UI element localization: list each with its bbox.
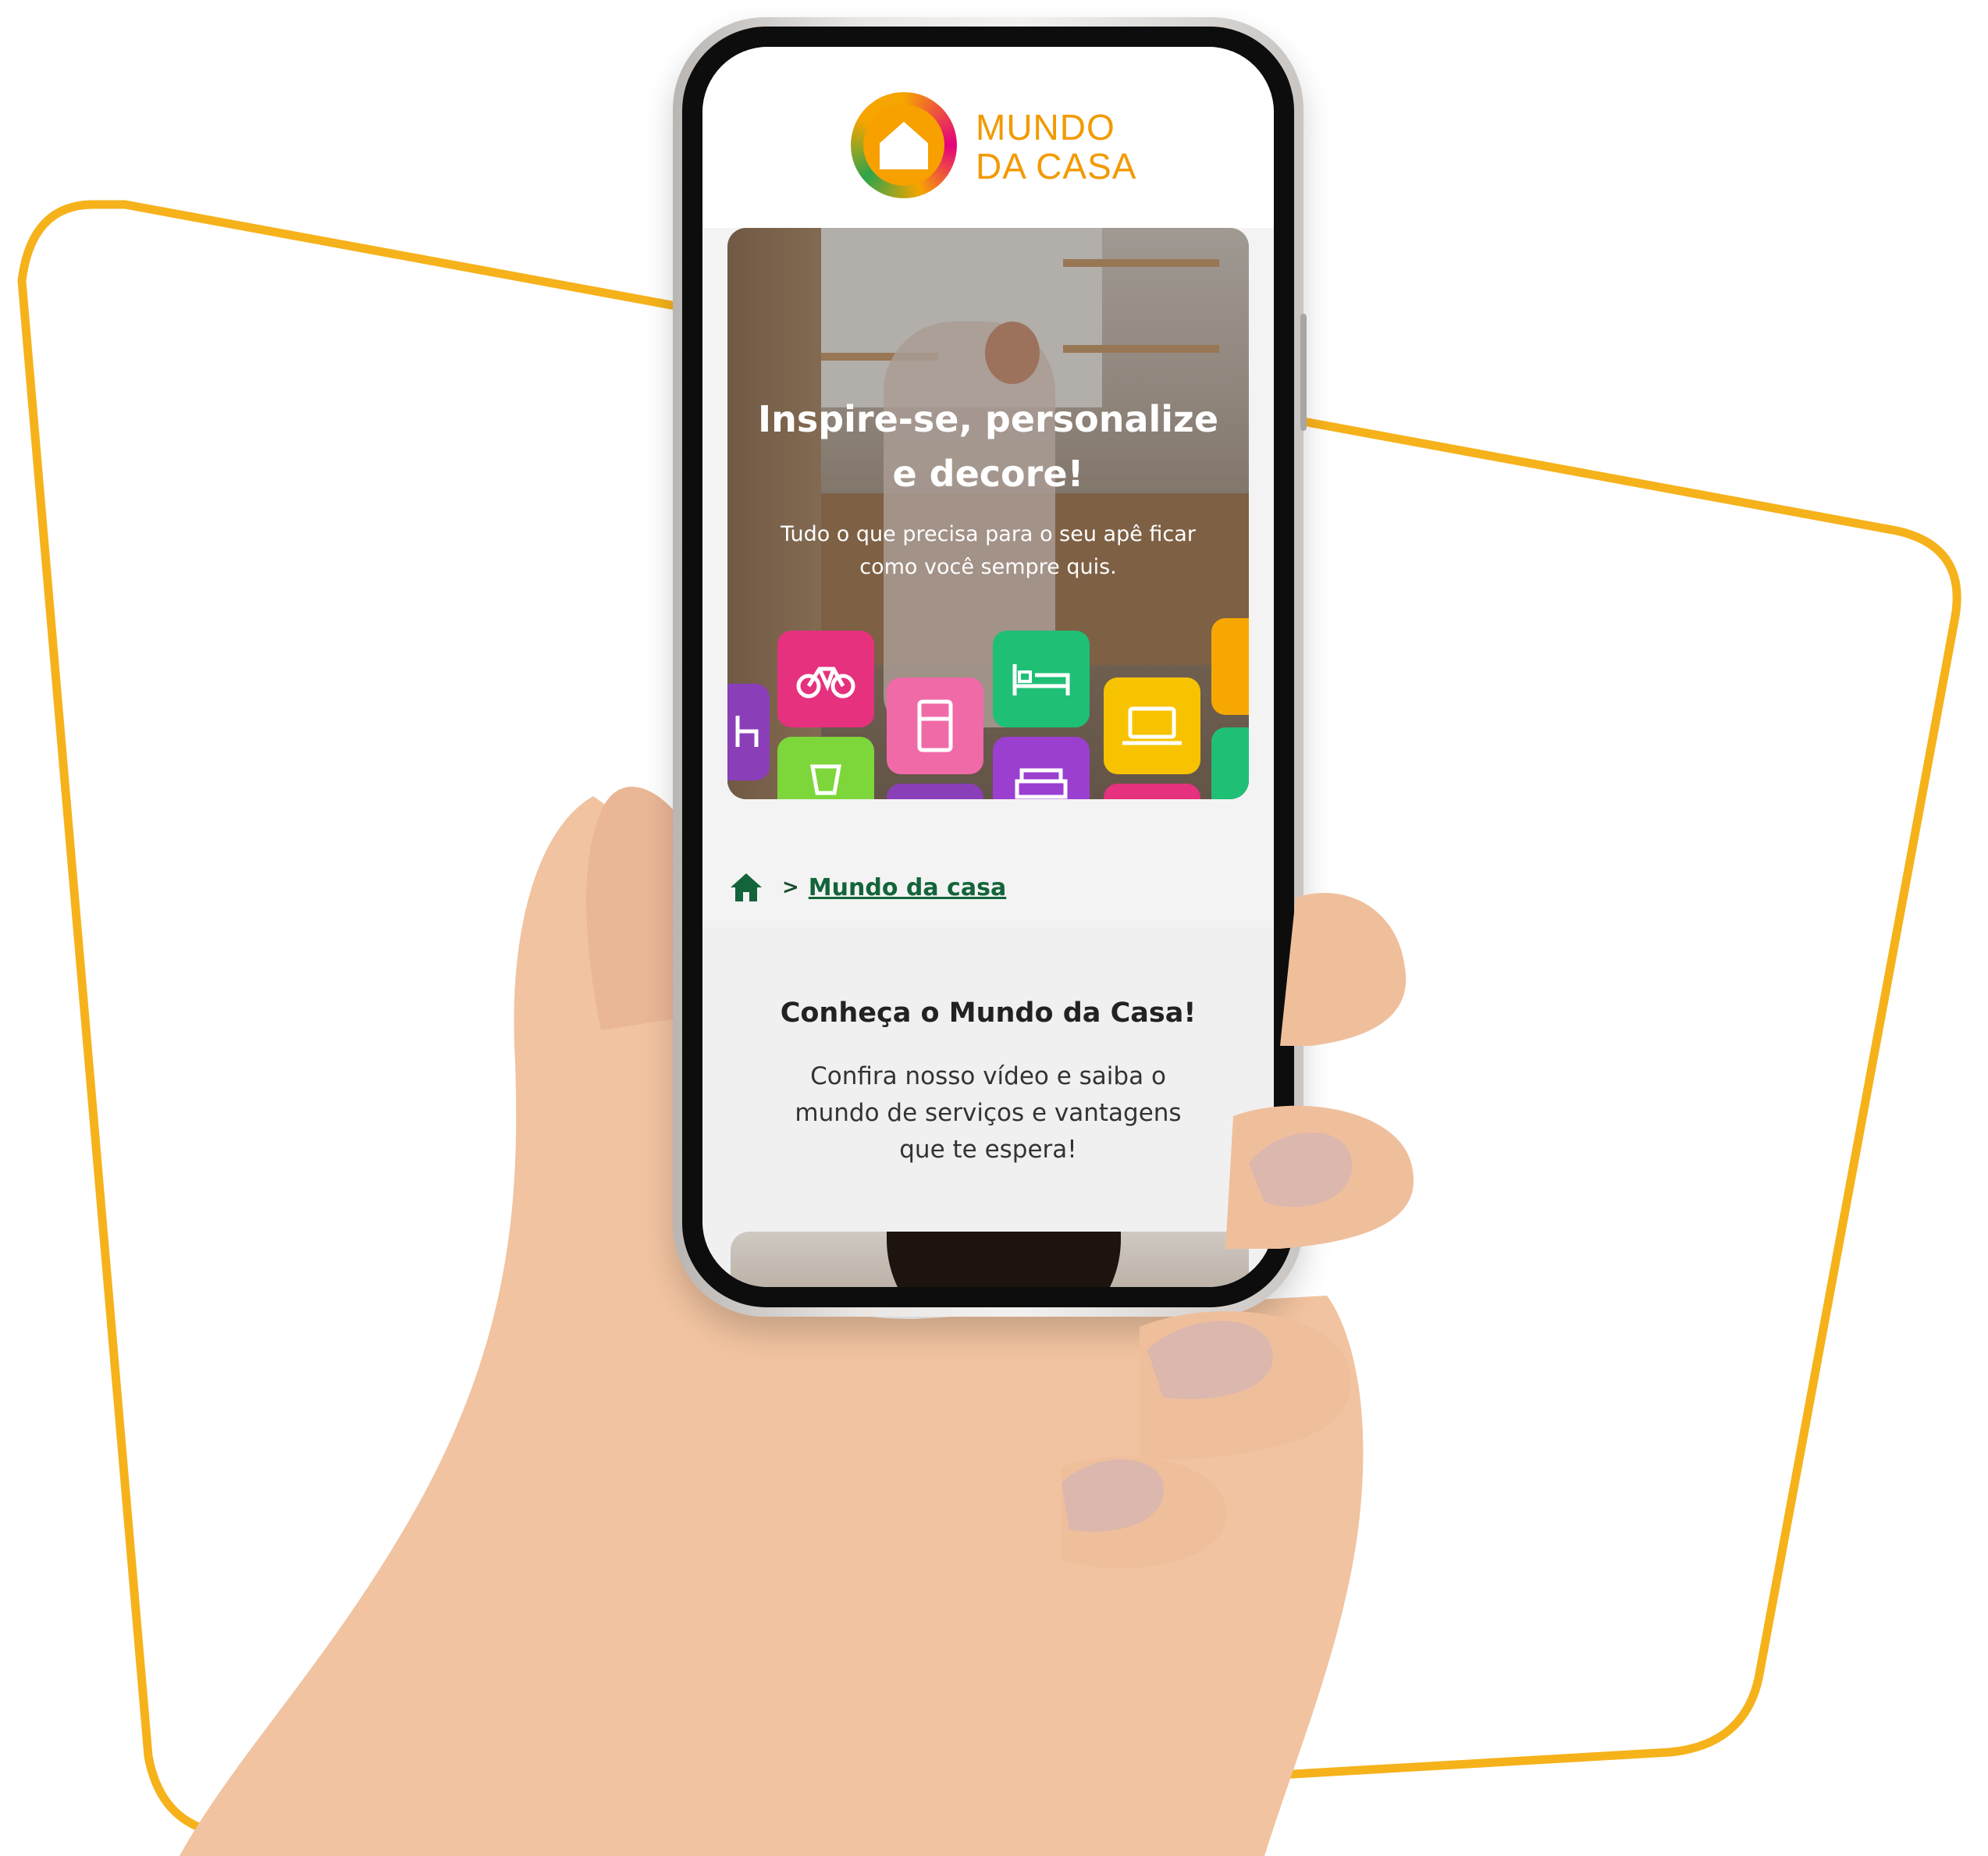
site-header: MUNDO DA CASA [702, 47, 1274, 228]
house-icon [875, 116, 933, 174]
hero-subtitle: Tudo o que precisa para o seu apê ficar … [781, 522, 1196, 579]
breadcrumb: > Mundo da casa [727, 868, 1006, 907]
hero-banner: Inspire-se, personalize e decore! Tudo o… [727, 228, 1249, 799]
category-tile-bicycle[interactable] [777, 631, 874, 727]
logo-line-2: DA CASA [976, 146, 1137, 187]
hero-title: Inspire-se, personalize e decore! [757, 398, 1219, 495]
blender-icon [810, 764, 841, 795]
category-tile-blender[interactable] [777, 737, 874, 799]
intro-text: Confira nosso vídeo e saiba o mundo de s… [795, 1062, 1182, 1164]
intro-title: Conheça o Mundo da Casa! [780, 997, 1197, 1029]
phone-bezel: MUNDO DA CASA Inspire-se, personalize e … [682, 27, 1294, 1307]
category-tile-plant[interactable] [1211, 727, 1249, 799]
category-tile-partial[interactable] [1104, 784, 1200, 799]
category-tile-armchair[interactable] [993, 737, 1090, 799]
phone-screen: MUNDO DA CASA Inspire-se, personalize e … [702, 47, 1274, 1287]
category-tile-laptop[interactable] [1104, 677, 1200, 774]
power-button [1300, 314, 1307, 431]
smartphone-frame: MUNDO DA CASA Inspire-se, personalize e … [673, 17, 1307, 1317]
bed-icon [1012, 664, 1070, 695]
category-tile-partial[interactable] [887, 784, 983, 799]
bicycle-icon [796, 667, 855, 699]
video-thumbnail[interactable] [731, 1232, 1249, 1287]
refrigerator-icon [917, 699, 953, 752]
logo-line-1: MUNDO [976, 107, 1115, 148]
brand-logo-text[interactable]: MUNDO DA CASA [976, 108, 1136, 186]
laptop-icon [1122, 706, 1182, 745]
armchair-icon [1015, 768, 1068, 799]
category-tile-bed[interactable] [993, 631, 1090, 727]
category-tile-stroller[interactable] [1211, 618, 1249, 715]
home-icon[interactable] [727, 872, 765, 903]
breadcrumb-separator: > [782, 876, 799, 899]
breadcrumb-link-mundo-da-casa[interactable]: Mundo da casa [809, 874, 1006, 901]
category-tile-refrigerator[interactable] [887, 677, 983, 774]
chair-icon [735, 716, 759, 747]
category-tile-chair[interactable] [727, 684, 770, 780]
mundo-da-casa-logo-icon[interactable] [851, 92, 957, 198]
